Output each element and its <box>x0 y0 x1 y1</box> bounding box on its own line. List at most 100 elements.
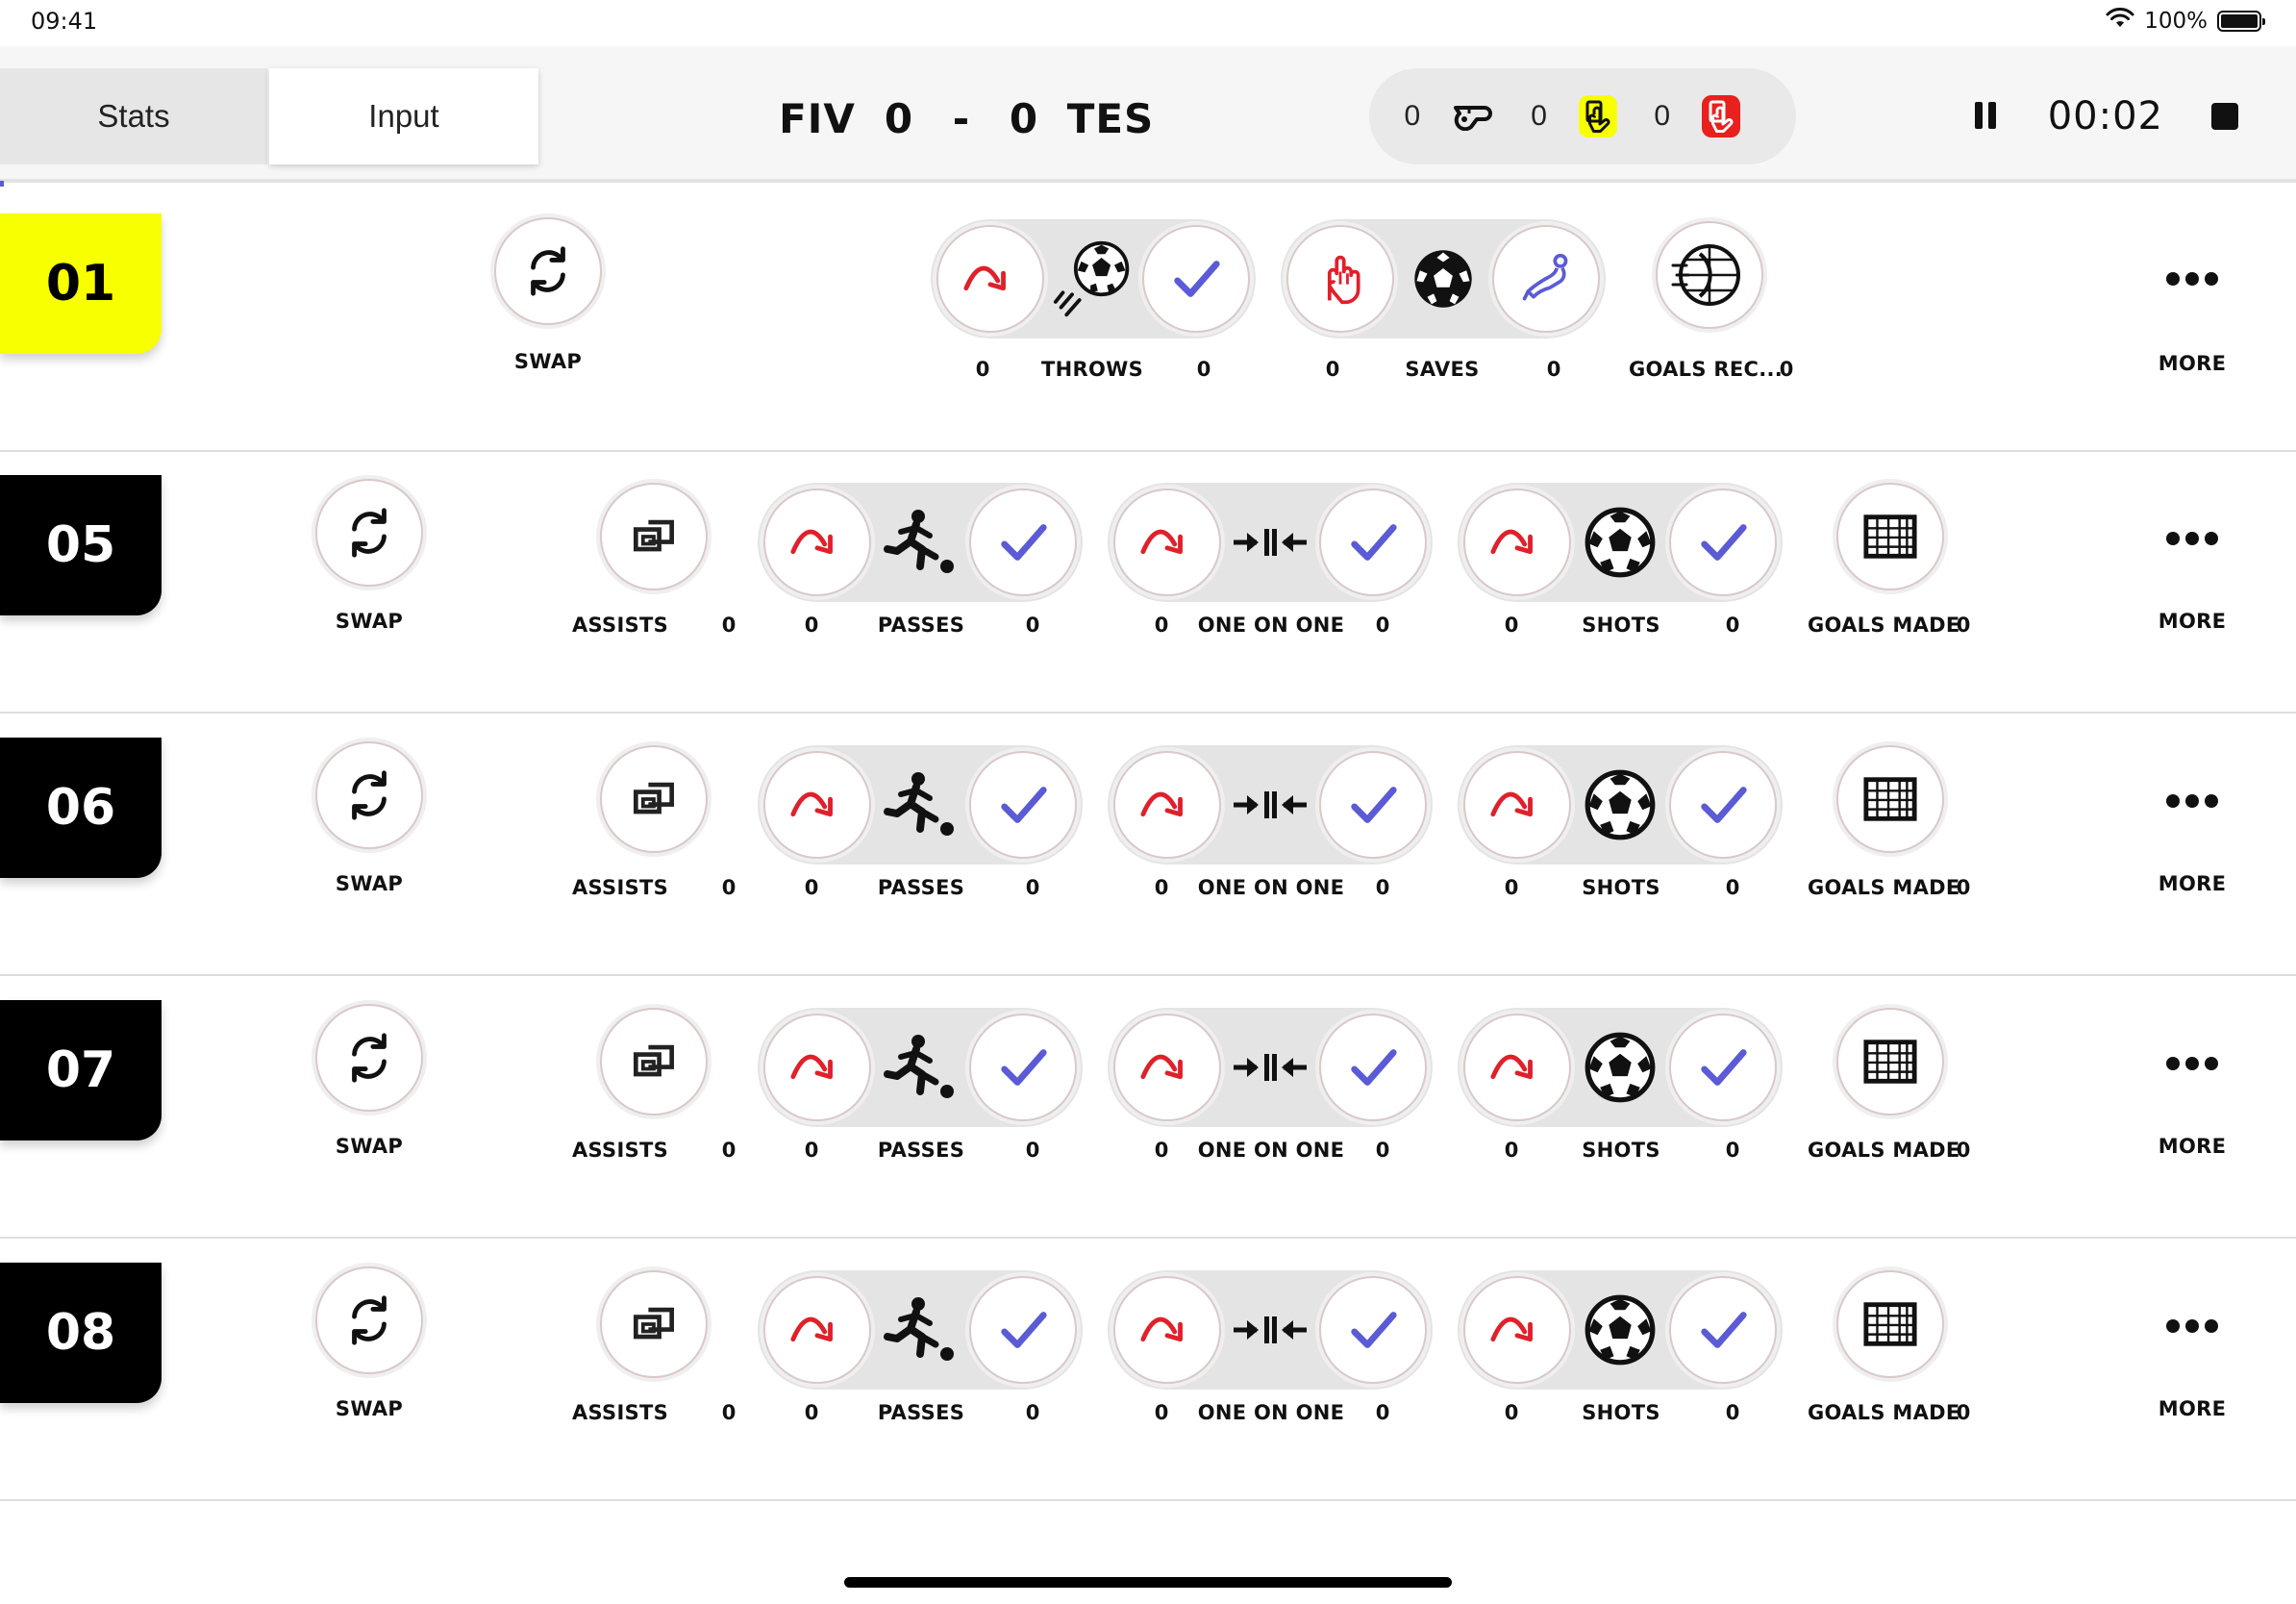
shots-miss-count: 0 <box>1504 876 1519 899</box>
assists-count: 0 <box>721 1139 736 1162</box>
one-on-one-success-button[interactable] <box>1319 1276 1427 1384</box>
goals-received-button[interactable] <box>1656 221 1763 329</box>
more-button[interactable] <box>2163 1316 2221 1336</box>
pass-miss-button[interactable] <box>763 1276 871 1384</box>
miss-arrow-icon <box>962 260 1018 298</box>
swap-button[interactable] <box>315 1266 423 1374</box>
pause-icon <box>1974 102 1983 129</box>
pass-miss-button[interactable] <box>763 489 871 596</box>
more-button[interactable] <box>2163 269 2221 288</box>
goals-made-button[interactable] <box>1836 483 1944 590</box>
one-on-one-icon <box>1222 1029 1318 1106</box>
soccer-ball-icon <box>1572 504 1668 581</box>
more-button[interactable] <box>2163 529 2221 548</box>
more-dot <box>2205 794 2218 808</box>
one-on-one-success-button[interactable] <box>1319 489 1427 596</box>
shots-label: SHOTS <box>1582 876 1660 899</box>
pass-success-button[interactable] <box>969 1014 1077 1121</box>
passes-success-count: 0 <box>1025 1401 1040 1424</box>
red-card-icon[interactable] <box>1701 93 1740 139</box>
goals-made-button[interactable] <box>1836 745 1944 853</box>
one-on-one-miss-button[interactable] <box>1113 489 1221 596</box>
goals-made-button[interactable] <box>1836 1270 1944 1378</box>
one-on-one-success-button[interactable] <box>1319 751 1427 859</box>
player-number-badge[interactable]: 06 <box>0 738 162 878</box>
battery-icon <box>2217 11 2265 32</box>
passes-label: PASSES <box>877 876 965 899</box>
miss-arrow-icon <box>789 1311 845 1349</box>
pause-button[interactable] <box>1971 102 2000 131</box>
swap-button[interactable] <box>315 479 423 587</box>
shot-success-button[interactable] <box>1669 1014 1777 1121</box>
throw-miss-button[interactable] <box>936 225 1044 333</box>
yellow-card-icon[interactable] <box>1578 93 1617 139</box>
one-on-one-miss-button[interactable] <box>1113 1014 1221 1121</box>
ball-throw-icon <box>1045 240 1141 317</box>
player-number-badge[interactable]: 05 <box>0 475 162 615</box>
shot-miss-button[interactable] <box>1463 1014 1571 1121</box>
whistle-icon[interactable] <box>1452 93 1494 139</box>
passes-control <box>758 1008 1083 1127</box>
save-dive-button[interactable] <box>1492 225 1600 333</box>
pass-miss-button[interactable] <box>763 751 871 859</box>
goal-net-icon <box>1862 775 1918 823</box>
shot-success-button[interactable] <box>1669 489 1777 596</box>
swap-button[interactable] <box>315 741 423 849</box>
shot-success-button[interactable] <box>1669 751 1777 859</box>
player-number-badge[interactable]: 08 <box>0 1263 162 1403</box>
throw-success-button[interactable] <box>1142 225 1250 333</box>
pass-success-button[interactable] <box>969 489 1077 596</box>
save-hand-button[interactable] <box>1286 225 1394 333</box>
throws-miss-count: 0 <box>975 358 990 381</box>
assists-button[interactable] <box>600 745 708 853</box>
goals-received-label: GOALS REC... <box>1629 358 1784 381</box>
tab-stats[interactable]: Stats <box>0 68 267 164</box>
player-row-keeper: 01 SWAP 0 THROWS 0 0 SAVES 0 GOALS REC..… <box>0 188 2296 452</box>
kicking-player-icon <box>872 766 968 843</box>
swap-button[interactable] <box>315 1004 423 1112</box>
status-indicators: 100% <box>2106 8 2265 35</box>
stop-button[interactable] <box>2211 103 2238 130</box>
one-on-one-success-count: 0 <box>1375 876 1390 899</box>
shots-success-count: 0 <box>1725 1139 1740 1162</box>
more-label: MORE <box>2158 352 2227 375</box>
more-button[interactable] <box>2163 791 2221 811</box>
shot-miss-button[interactable] <box>1463 751 1571 859</box>
checkmark-icon <box>995 514 1051 570</box>
assists-count: 0 <box>721 1401 736 1424</box>
assists-button[interactable] <box>600 1008 708 1115</box>
more-button[interactable] <box>2163 1054 2221 1073</box>
checkmark-icon <box>995 777 1051 833</box>
pass-miss-button[interactable] <box>763 1014 871 1121</box>
player-number-badge[interactable]: 01 <box>0 213 162 354</box>
one-on-one-success-button[interactable] <box>1319 1014 1427 1121</box>
saves-miss-count: 0 <box>1325 358 1340 381</box>
goals-made-count: 0 <box>1956 614 1971 637</box>
miss-arrow-icon <box>789 523 845 562</box>
passes-label: PASSES <box>877 1401 965 1424</box>
assist-icon <box>627 772 681 826</box>
player-row: 07 SWAP ASSISTS 0 0 PASSES 0 0 ONE ON ON… <box>0 977 2296 1239</box>
one-on-one-label: ONE ON ONE <box>1197 614 1345 637</box>
goals-made-button[interactable] <box>1836 1008 1944 1115</box>
one-on-one-miss-button[interactable] <box>1113 1276 1221 1384</box>
player-number-badge[interactable]: 07 <box>0 1000 162 1140</box>
shot-success-button[interactable] <box>1669 1276 1777 1384</box>
timer-display: 00:02 <box>2047 94 2163 138</box>
pass-success-button[interactable] <box>969 751 1077 859</box>
swap-button[interactable] <box>494 217 602 325</box>
one-on-one-miss-button[interactable] <box>1113 751 1221 859</box>
kicking-player-icon <box>872 504 968 581</box>
tab-input[interactable]: Input <box>269 68 538 164</box>
shots-miss-count: 0 <box>1504 1139 1519 1162</box>
checkmark-icon <box>1695 1040 1751 1095</box>
home-team-code: FIV <box>779 94 856 142</box>
shot-miss-button[interactable] <box>1463 489 1571 596</box>
more-label: MORE <box>2158 1135 2227 1158</box>
shot-miss-button[interactable] <box>1463 1276 1571 1384</box>
assists-label: ASSISTS <box>572 614 669 637</box>
checkmark-icon <box>995 1302 1051 1358</box>
pass-success-button[interactable] <box>969 1276 1077 1384</box>
assists-button[interactable] <box>600 1270 708 1378</box>
assists-button[interactable] <box>600 483 708 590</box>
